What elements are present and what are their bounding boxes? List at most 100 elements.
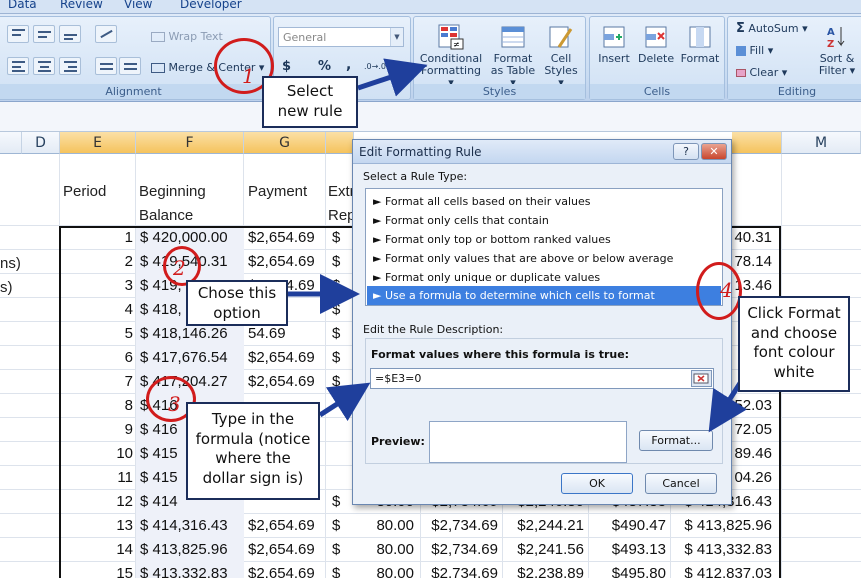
tab-data[interactable]: Data xyxy=(8,0,37,11)
col-header-g[interactable]: G xyxy=(244,132,326,154)
col-header-h[interactable] xyxy=(326,132,354,154)
clear-label: Clear ▾ xyxy=(749,66,788,79)
select-rule-type-label: Select a Rule Type: xyxy=(363,170,468,183)
excel-window: Data Review View Developer Wrap Text Mer… xyxy=(0,0,861,578)
comma-button[interactable]: , xyxy=(346,58,351,72)
ribbon: Wrap Text Merge & Center ▾ Alignment Gen… xyxy=(0,14,861,102)
number-format-select[interactable]: General ▼ xyxy=(278,27,404,47)
formula-bar-area xyxy=(0,102,861,132)
preview-box xyxy=(429,421,627,463)
delete-cells-icon xyxy=(645,26,667,48)
align-left-button[interactable] xyxy=(7,57,29,75)
rule-item-cells-contain[interactable]: ► Format only cells that contain xyxy=(367,211,721,230)
rule-type-list[interactable]: ► Format all cells based on their values… xyxy=(365,188,723,306)
fill-button[interactable]: Fill ▾ xyxy=(736,45,773,57)
col-header-d[interactable]: D xyxy=(22,132,60,154)
svg-text:A: A xyxy=(827,27,835,38)
left-label-2: s) xyxy=(0,279,13,296)
callout-step4: Click Format and choose font colour whit… xyxy=(738,296,850,392)
help-button[interactable]: ? xyxy=(673,143,699,160)
close-button[interactable]: ✕ xyxy=(701,143,727,160)
align-top-button[interactable] xyxy=(7,25,29,43)
rule-item-unique-duplicate[interactable]: ► Format only unique or duplicate values xyxy=(367,268,721,287)
increase-decimal-button[interactable]: .0→.00 xyxy=(364,61,391,73)
wrap-text-icon xyxy=(151,32,165,42)
autosum-button[interactable]: Σ AutoSum ▾ xyxy=(736,21,808,36)
merge-center-icon xyxy=(151,63,165,73)
format-cells-button[interactable]: Format xyxy=(680,23,720,65)
cell-styles-icon xyxy=(549,26,573,48)
step1-number: 1 xyxy=(242,64,255,88)
sort-filter-button[interactable]: AZ Sort & Filter ▾ xyxy=(814,23,860,77)
ok-button[interactable]: OK xyxy=(561,473,633,494)
rule-item-all-values[interactable]: ► Format all cells based on their values xyxy=(367,192,721,211)
cancel-button[interactable]: Cancel xyxy=(645,473,717,494)
header-extra-1: Extr xyxy=(328,183,355,200)
header-payment: Payment xyxy=(248,183,308,200)
editing-group: Σ AutoSum ▾ Fill ▾ Clear ▾ AZ Sort & Fil… xyxy=(727,16,861,100)
insert-button[interactable]: Insert xyxy=(596,23,632,65)
col-header-blank xyxy=(0,132,22,154)
edit-formatting-rule-dialog: Edit Formatting Rule ? ✕ Select a Rule T… xyxy=(352,139,732,505)
callout-step1: Select new rule xyxy=(262,76,358,128)
col-header-f[interactable]: F xyxy=(136,132,244,154)
tab-review[interactable]: Review xyxy=(60,0,103,11)
align-right-button[interactable] xyxy=(59,57,81,75)
sigma-icon: Σ xyxy=(736,21,745,36)
format-as-table-button[interactable]: Format as Table ▾ xyxy=(488,23,538,89)
dialog-title: Edit Formatting Rule xyxy=(359,145,482,159)
col-header-e[interactable]: E xyxy=(60,132,136,154)
eraser-icon xyxy=(736,69,746,77)
increase-indent-button[interactable] xyxy=(119,57,141,75)
editing-group-label: Editing xyxy=(728,84,861,99)
conditional-formatting-icon: ≠ xyxy=(438,24,464,50)
decrease-indent-button[interactable] xyxy=(95,57,117,75)
close-icon: ✕ xyxy=(709,145,719,158)
conditional-formatting-button[interactable]: ≠ Conditional Formatting ▾ xyxy=(418,23,484,89)
header-beginning: Beginning xyxy=(139,183,206,200)
step3-number: 3 xyxy=(168,392,181,416)
rule-item-use-formula[interactable]: ► Use a formula to determine which cells… xyxy=(367,286,721,305)
delete-button[interactable]: Delete xyxy=(638,23,674,65)
cells-group: Insert Delete Format Cells xyxy=(589,16,725,100)
styles-group: ≠ Conditional Formatting ▾ Format as Tab… xyxy=(413,16,586,100)
svg-text:Z: Z xyxy=(827,39,834,50)
formula-label: Format values where this formula is true… xyxy=(371,348,630,361)
clear-button[interactable]: Clear ▾ xyxy=(736,67,787,79)
wrap-text-button[interactable]: Wrap Text xyxy=(151,31,223,43)
range-select-icon xyxy=(693,373,709,384)
tab-view[interactable]: View xyxy=(124,0,152,11)
rule-item-above-below-average[interactable]: ► Format only values that are above or b… xyxy=(367,249,721,268)
percent-button[interactable]: % xyxy=(318,60,331,73)
tab-developer[interactable]: Developer xyxy=(180,0,242,11)
currency-button[interactable]: $ xyxy=(282,60,291,73)
align-middle-button[interactable] xyxy=(33,25,55,43)
fill-icon xyxy=(736,46,746,56)
wrap-text-label: Wrap Text xyxy=(168,30,223,43)
col-header-m[interactable]: M xyxy=(782,132,861,154)
step4-number: 4 xyxy=(720,278,733,302)
step4-circle xyxy=(696,262,742,320)
collapse-dialog-button[interactable] xyxy=(691,370,712,387)
align-center-button[interactable] xyxy=(33,57,55,75)
cell-styles-button[interactable]: Cell Styles ▾ xyxy=(540,23,582,89)
format-cells-label: Format xyxy=(680,52,720,65)
chevron-down-icon: ▼ xyxy=(390,28,403,46)
formula-input[interactable]: =$E3=0 xyxy=(370,368,714,389)
col-header-l[interactable] xyxy=(732,132,782,154)
left-label-1: ns) xyxy=(0,255,21,272)
svg-text:≠: ≠ xyxy=(453,40,460,49)
header-period: Period xyxy=(63,183,107,200)
ribbon-tabstrip: Data Review View Developer xyxy=(0,0,861,14)
sort-filter-label-2: Filter ▾ xyxy=(818,64,856,77)
header-balance: Balance xyxy=(139,207,194,224)
orientation-button[interactable] xyxy=(95,25,117,43)
number-format-value: General xyxy=(283,31,327,44)
fill-label: Fill ▾ xyxy=(749,44,774,57)
edit-description-label: Edit the Rule Description: xyxy=(363,323,504,336)
format-cells-icon xyxy=(689,26,711,48)
rule-item-top-bottom[interactable]: ► Format only top or bottom ranked value… xyxy=(367,230,721,249)
format-button[interactable]: Format... xyxy=(639,430,713,451)
align-bottom-button[interactable] xyxy=(59,25,81,43)
callout-step2: Chose this option xyxy=(186,280,288,326)
